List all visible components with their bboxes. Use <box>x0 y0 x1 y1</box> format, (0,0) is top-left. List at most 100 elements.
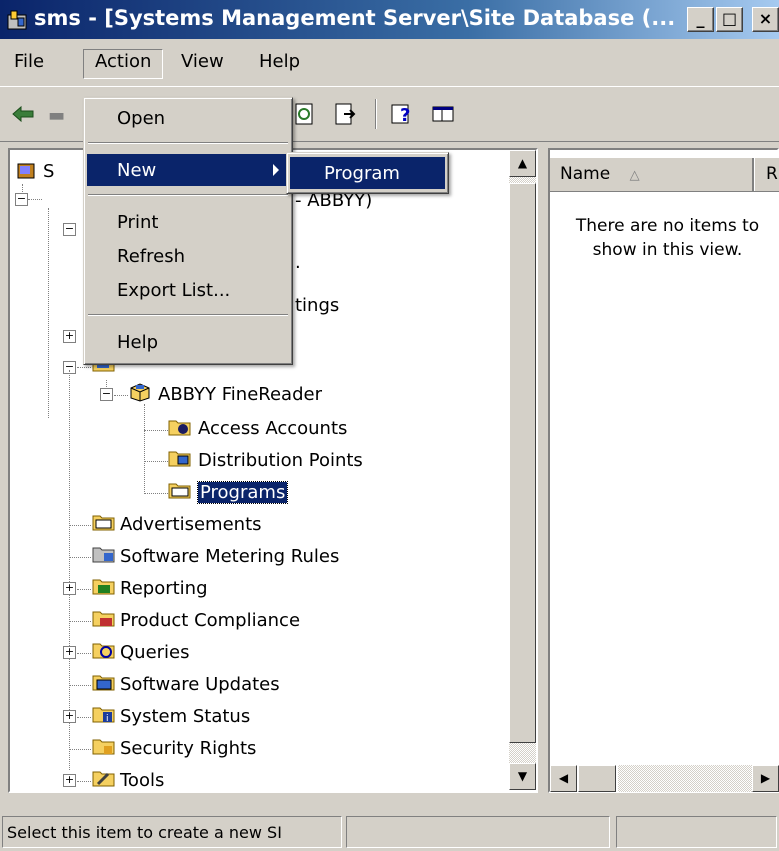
tree-root-label[interactable]: S <box>43 161 54 182</box>
column-r-header[interactable]: R <box>766 164 778 184</box>
status-bar: Select this item to create a new SI <box>0 810 779 851</box>
tree-item-advertisements[interactable]: Advertisements <box>120 514 262 535</box>
console-root-icon <box>17 163 35 179</box>
software-updates-icon <box>92 675 115 691</box>
tools-icon <box>92 771 115 787</box>
title-bar[interactable]: sms - [Systems Management Server\Site Da… <box>0 0 779 39</box>
minimize-icon: _ <box>696 9 705 28</box>
tree-item-access-accounts[interactable]: Access Accounts <box>198 418 347 439</box>
minimize-button[interactable]: _ <box>687 7 714 32</box>
expand-collapse-icon[interactable]: + <box>63 582 76 595</box>
security-rights-icon <box>92 739 115 755</box>
show-hide-tree-icon[interactable] <box>430 101 456 127</box>
close-icon: × <box>758 9 773 28</box>
menu-view-label: View <box>181 51 224 72</box>
expand-collapse-icon[interactable]: + <box>63 710 76 723</box>
tree-item-programs[interactable]: Programs <box>196 481 289 504</box>
tree-item-system-status[interactable]: System Status <box>120 706 250 727</box>
scroll-right-button[interactable]: ▶ <box>752 765 779 792</box>
menu-item-open-label: Open <box>117 108 166 129</box>
column-name-label: Name <box>560 164 611 184</box>
menu-separator <box>88 314 288 316</box>
tree-partial-label: . <box>295 252 301 273</box>
column-divider[interactable] <box>752 158 754 191</box>
tree-item-tools[interactable]: Tools <box>120 770 164 791</box>
expand-collapse-icon[interactable]: + <box>63 330 76 343</box>
scroll-left-button[interactable]: ◀ <box>550 765 577 792</box>
toolbar-separator <box>375 99 376 129</box>
menu-bar: File Action View Help <box>0 43 779 83</box>
menu-item-new-label: New <box>117 160 157 181</box>
menu-file[interactable]: File <box>3 49 55 79</box>
svg-text:i: i <box>106 714 109 724</box>
list-scroll-thumb[interactable] <box>578 765 616 792</box>
menu-item-help[interactable]: Help <box>87 326 289 358</box>
menu-action-label: Action <box>95 51 152 72</box>
menu-help-label: Help <box>259 51 301 72</box>
help-icon[interactable]: ? <box>389 101 415 127</box>
menu-item-program[interactable]: Program <box>290 157 445 189</box>
empty-view-message: There are no items to show in this view. <box>575 216 760 260</box>
tree-settings-label[interactable]: tings <box>295 295 339 316</box>
back-arrow-icon[interactable] <box>10 101 36 127</box>
tree-item-software-metering[interactable]: Software Metering Rules <box>120 546 339 567</box>
svg-text:?: ? <box>400 105 410 126</box>
tree-item-product-compliance[interactable]: Product Compliance <box>120 610 300 631</box>
expand-collapse-icon[interactable]: + <box>63 774 76 787</box>
menu-help[interactable]: Help <box>248 49 311 79</box>
tree-item-abbyy[interactable]: ABBYY FineReader <box>158 384 322 405</box>
access-accounts-icon <box>168 420 191 436</box>
list-column-header: Name △ R <box>550 158 779 192</box>
window-title: sms - [Systems Management Server\Site Da… <box>34 6 676 30</box>
maximize-button[interactable]: □ <box>716 7 743 32</box>
export-list-icon[interactable] <box>332 101 358 127</box>
menu-item-print[interactable]: Print <box>87 206 289 238</box>
tree-item-security-rights[interactable]: Security Rights <box>120 738 256 759</box>
status-panel-2 <box>346 816 610 848</box>
menu-file-label: File <box>14 51 45 72</box>
expand-collapse-icon[interactable]: + <box>63 646 76 659</box>
scroll-down-button[interactable]: ▼ <box>509 763 536 790</box>
sort-ascending-icon: △ <box>629 168 640 183</box>
refresh-icon[interactable] <box>291 101 317 127</box>
reporting-icon <box>92 579 115 595</box>
menu-item-new[interactable]: New <box>87 154 289 186</box>
programs-folder-icon <box>168 483 191 499</box>
arrow-up-icon: ▲ <box>517 156 528 170</box>
close-button[interactable]: × <box>752 7 779 32</box>
menu-separator <box>88 142 288 144</box>
menu-item-refresh[interactable]: Refresh <box>87 240 289 272</box>
tree-item-queries[interactable]: Queries <box>120 642 190 663</box>
tree-item-reporting[interactable]: Reporting <box>120 578 208 599</box>
menu-view[interactable]: View <box>170 49 235 79</box>
scroll-up-button[interactable]: ▲ <box>509 150 536 177</box>
submenu-arrow-icon <box>273 164 279 176</box>
software-metering-icon <box>92 547 115 563</box>
menu-item-help-label: Help <box>117 332 159 353</box>
tree-item-software-updates[interactable]: Software Updates <box>120 674 280 695</box>
menu-action[interactable]: Action <box>83 49 164 79</box>
menu-item-refresh-label: Refresh <box>117 246 185 267</box>
system-status-icon: i <box>92 707 115 724</box>
list-horizontal-scrollbar[interactable]: ◀ ▶ <box>550 765 779 792</box>
expand-collapse-icon[interactable]: − <box>15 193 28 206</box>
menu-item-export-list[interactable]: Export List... <box>87 274 289 306</box>
menu-item-print-label: Print <box>117 212 159 233</box>
tree-item-distribution-points[interactable]: Distribution Points <box>198 450 363 471</box>
queries-icon <box>92 643 115 659</box>
column-name-header[interactable]: Name △ <box>560 164 640 184</box>
new-submenu: Program <box>286 152 449 194</box>
package-icon <box>130 383 150 402</box>
forward-arrow-icon[interactable]: ▬ <box>48 105 65 126</box>
distribution-points-icon <box>168 451 191 467</box>
arrow-right-icon: ▶ <box>760 771 771 785</box>
arrow-down-icon: ▼ <box>517 769 528 783</box>
expand-collapse-icon[interactable]: − <box>63 223 76 236</box>
expand-collapse-icon[interactable]: − <box>100 388 113 401</box>
menu-item-open[interactable]: Open <box>87 102 289 134</box>
sms-app-icon[interactable] <box>6 9 28 31</box>
tree-scroll-thumb[interactable] <box>509 183 536 743</box>
action-menu: Open New Print Refresh Export List... He… <box>83 97 293 365</box>
maximize-icon: □ <box>721 9 738 28</box>
advertisements-icon <box>92 515 115 531</box>
